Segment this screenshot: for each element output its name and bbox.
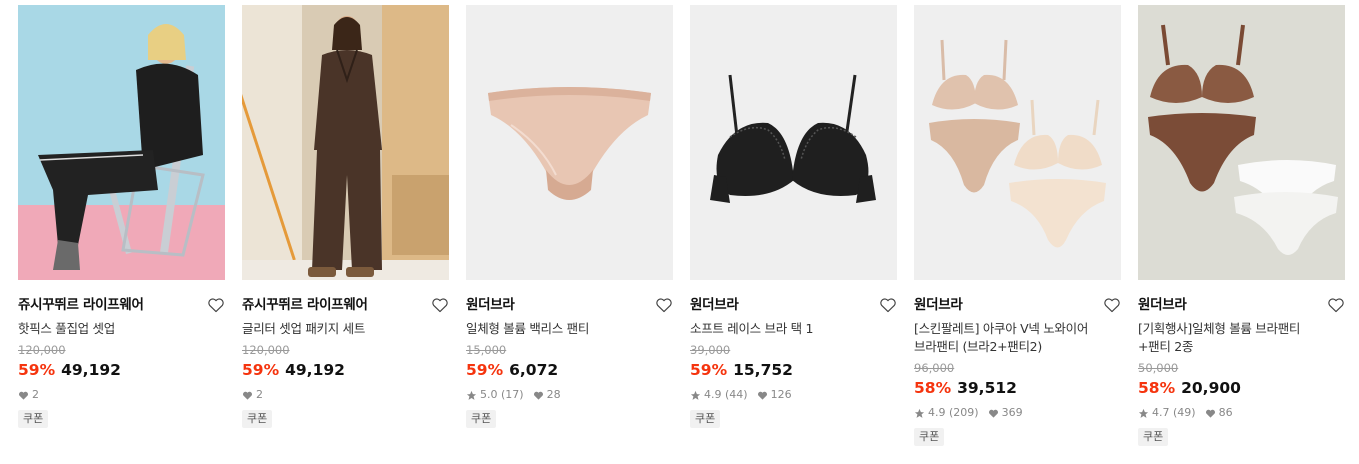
star-icon: [466, 390, 477, 400]
brand-name[interactable]: 원더브라: [690, 295, 897, 315]
original-price: 120,000: [242, 343, 290, 357]
product-name[interactable]: 글리터 셋업 패키지 세트: [242, 320, 449, 338]
original-price: 15,000: [466, 343, 507, 357]
sale-price: 15,752: [733, 361, 793, 379]
heart-outline-icon[interactable]: [431, 297, 449, 313]
product-image[interactable]: [18, 5, 225, 280]
heart-filled-icon: [18, 391, 29, 400]
heart-outline-icon[interactable]: [655, 297, 673, 313]
product-image[interactable]: [690, 5, 897, 280]
discount-rate: 59%: [690, 361, 728, 379]
brand-name[interactable]: 쥬시꾸뛰르 라이프웨어: [242, 295, 449, 315]
brand-name[interactable]: 쥬시꾸뛰르 라이프웨어: [18, 295, 225, 315]
review-count: (49): [1173, 406, 1196, 419]
product-name[interactable]: 핫픽스 풀집업 셋업: [18, 320, 225, 338]
original-price: 96,000: [914, 361, 955, 375]
like-count: 126: [770, 388, 792, 401]
product-card[interactable]: 쥬시꾸뛰르 라이프웨어 핫픽스 풀집업 셋업 120,000 59% 49,192…: [18, 5, 225, 428]
original-price: 39,000: [690, 343, 731, 357]
discount-rate: 58%: [914, 379, 952, 397]
original-price: 120,000: [18, 343, 66, 357]
coupon-badge: 쿠폰: [242, 410, 273, 428]
product-name[interactable]: 소프트 레이스 브라 택 1: [690, 320, 897, 338]
discount-rate: 59%: [466, 361, 504, 379]
product-image[interactable]: [242, 5, 449, 280]
product-image[interactable]: [466, 5, 673, 280]
product-card[interactable]: 쥬시꾸뛰르 라이프웨어 글리터 셋업 패키지 세트 120,000 59% 49,…: [242, 5, 449, 428]
like-count: 369: [1001, 406, 1023, 419]
star-icon: [914, 408, 925, 418]
product-name[interactable]: [기획행사]일체형 볼륨 브라팬티 +팬티 2종: [1138, 320, 1345, 356]
heart-filled-icon: [988, 409, 998, 418]
product-grid: 쥬시꾸뛰르 라이프웨어 핫픽스 풀집업 셋업 120,000 59% 49,192…: [0, 0, 1359, 464]
brand-name[interactable]: 원더브라: [466, 295, 673, 315]
review-count: (44): [725, 388, 748, 401]
original-price: 50,000: [1138, 361, 1179, 375]
coupon-badge: 쿠폰: [914, 428, 945, 446]
like-count: 2: [256, 388, 263, 401]
heart-outline-icon[interactable]: [207, 297, 225, 313]
heart-filled-icon: [533, 391, 543, 400]
brand-name[interactable]: 원더브라: [1138, 295, 1345, 315]
sale-price: 6,072: [509, 361, 559, 379]
product-name[interactable]: [스킨팔레트] 아쿠아 V넥 노와이어 브라팬티 (브라2+팬티2): [914, 320, 1121, 356]
product-card[interactable]: 원더브라 소프트 레이스 브라 택 1 39,000 59% 15,752 4.9…: [690, 5, 897, 428]
heart-outline-icon[interactable]: [879, 297, 897, 313]
heart-outline-icon[interactable]: [1103, 297, 1121, 313]
discount-rate: 59%: [18, 361, 56, 379]
heart-filled-icon: [1205, 409, 1215, 418]
product-card[interactable]: 원더브라 [스킨팔레트] 아쿠아 V넥 노와이어 브라팬티 (브라2+팬티2) 9…: [914, 5, 1121, 446]
coupon-badge: 쿠폰: [466, 410, 497, 428]
rating: 4.7: [1152, 406, 1170, 419]
brand-name[interactable]: 원더브라: [914, 295, 1121, 315]
rating: 4.9: [928, 406, 946, 419]
sale-price: 49,192: [285, 361, 345, 379]
coupon-badge: 쿠폰: [690, 410, 721, 428]
heart-filled-icon: [757, 391, 767, 400]
like-count: 86: [1218, 406, 1233, 419]
heart-outline-icon[interactable]: [1327, 297, 1345, 313]
discount-rate: 59%: [242, 361, 280, 379]
sale-price: 49,192: [61, 361, 121, 379]
like-count: 28: [546, 388, 561, 401]
coupon-badge: 쿠폰: [1138, 428, 1169, 446]
product-name[interactable]: 일체형 볼륨 백리스 팬티: [466, 320, 673, 338]
sale-price: 39,512: [957, 379, 1017, 397]
heart-filled-icon: [242, 391, 253, 400]
star-icon: [1138, 408, 1149, 418]
review-count: (17): [501, 388, 524, 401]
rating: 4.9: [704, 388, 722, 401]
discount-rate: 58%: [1138, 379, 1176, 397]
star-icon: [690, 390, 701, 400]
product-image[interactable]: [1138, 5, 1345, 280]
product-image[interactable]: [914, 5, 1121, 280]
product-card[interactable]: 원더브라 일체형 볼륨 백리스 팬티 15,000 59% 6,072 5.0 (…: [466, 5, 673, 428]
rating: 5.0: [480, 388, 498, 401]
coupon-badge: 쿠폰: [18, 410, 49, 428]
product-card[interactable]: 원더브라 [기획행사]일체형 볼륨 브라팬티 +팬티 2종 50,000 58% 2…: [1138, 5, 1345, 446]
like-count: 2: [32, 388, 39, 401]
sale-price: 20,900: [1181, 379, 1241, 397]
review-count: (209): [949, 406, 979, 419]
